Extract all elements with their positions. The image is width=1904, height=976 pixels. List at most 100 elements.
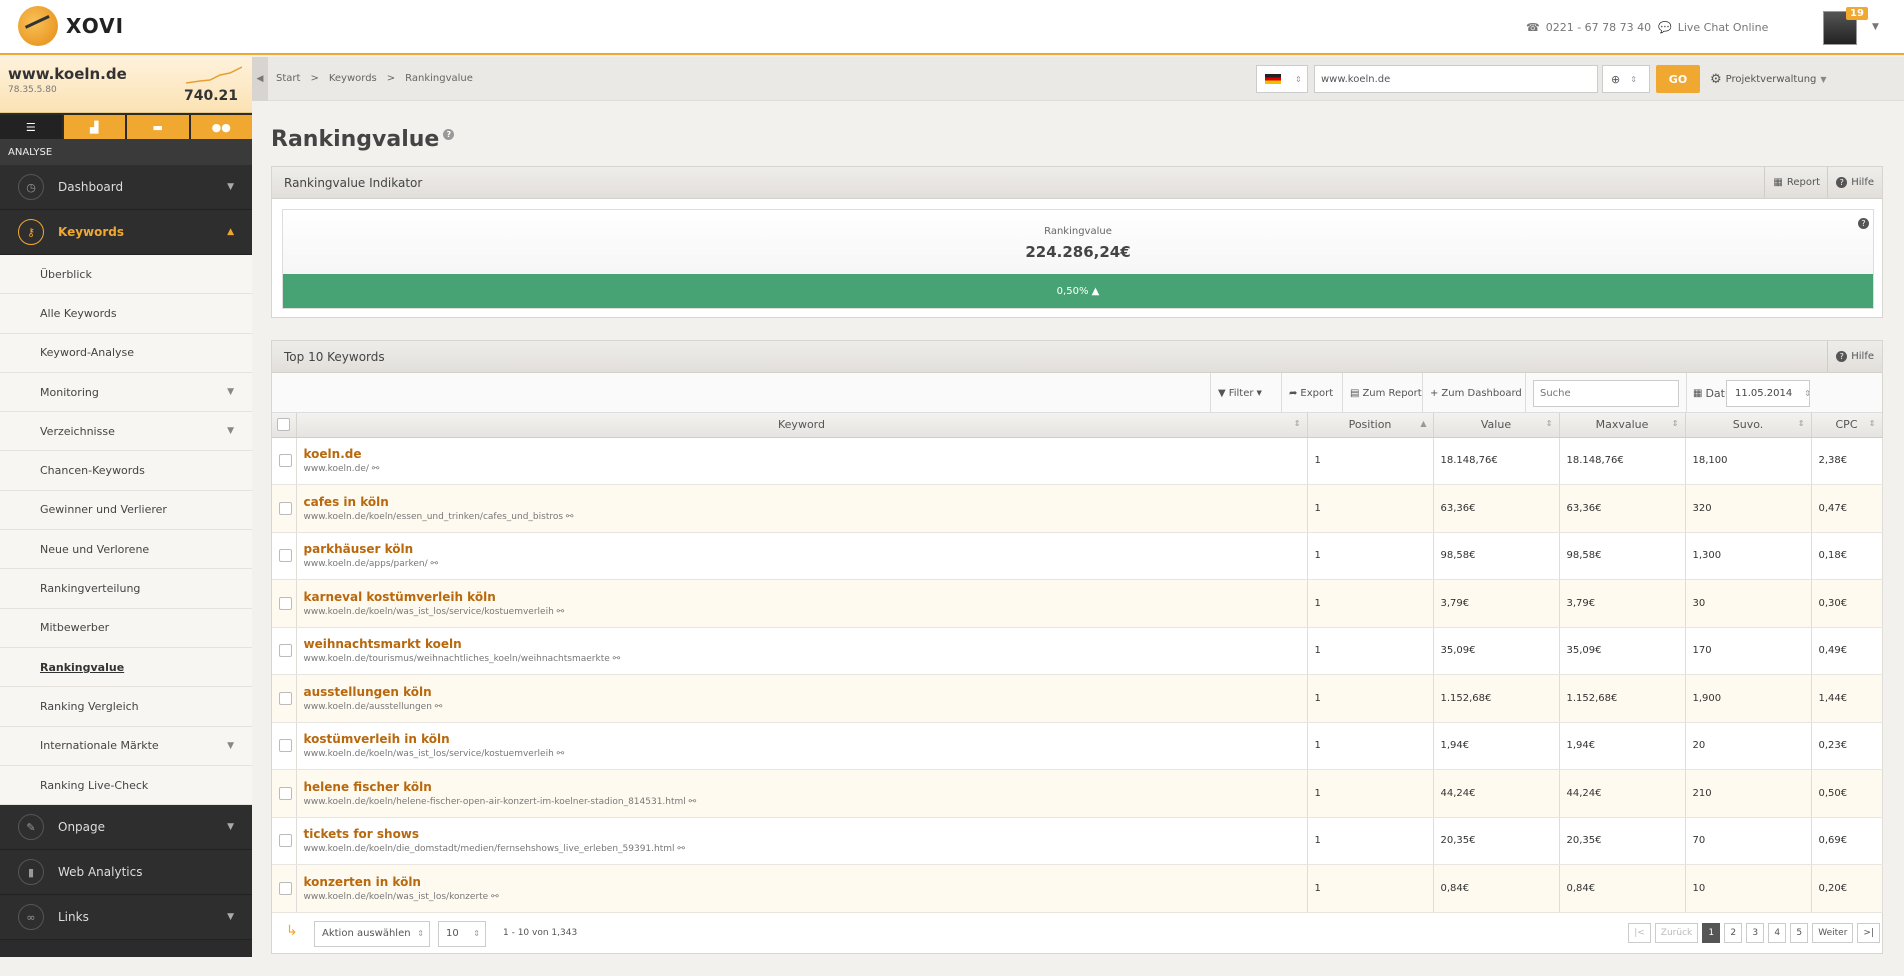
to-dashboard-button[interactable]: + Zum Dashboard <box>1422 373 1529 413</box>
page-5-button[interactable]: 5 <box>1790 922 1809 943</box>
sidebar-item-neue-verlorene[interactable]: Neue und Verlorene <box>0 530 252 570</box>
row-checkbox[interactable] <box>272 579 297 628</box>
keyword-url[interactable]: www.koeln.de/koeln/was_ist_los/service/k… <box>304 749 1300 759</box>
col-keyword[interactable]: Keyword ⇕ <box>296 413 1308 438</box>
tab-projects[interactable]: ▬ <box>127 115 189 139</box>
bulk-action-select[interactable]: Aktion auswählen ⇕ <box>314 920 430 947</box>
sidebar-item-ranking-vergleich[interactable]: Ranking Vergleich <box>0 687 252 727</box>
external-link-icon[interactable]: ⚯ <box>686 797 697 807</box>
to-report-button[interactable]: ▤ Zum Report <box>1342 373 1429 413</box>
external-link-icon[interactable]: ⚯ <box>610 654 621 664</box>
last-page-button[interactable]: >| <box>1857 922 1880 943</box>
search-engine-select[interactable]: ⊕ ⇕ <box>1602 65 1650 93</box>
tab-charts[interactable]: ▟ <box>63 115 125 139</box>
filter-button[interactable]: ▼ Filter ▼ <box>1210 373 1269 413</box>
sidebar-item-internationale-maerkte[interactable]: Internationale Märkte ▼ <box>0 727 252 766</box>
row-checkbox[interactable] <box>272 532 297 580</box>
col-cpc[interactable]: CPC ⇕ <box>1811 413 1883 438</box>
keyword-url[interactable]: www.koeln.de/ausstellungen ⚯ <box>304 702 1300 712</box>
row-checkbox[interactable] <box>272 817 297 865</box>
col-position[interactable]: Position ▲ <box>1307 413 1434 438</box>
first-page-button[interactable]: |< <box>1628 922 1651 943</box>
keyword-link[interactable]: weihnachtsmarkt koeln <box>304 637 1300 651</box>
keyword-link[interactable]: kostümverleih in köln <box>304 732 1300 746</box>
external-link-icon[interactable]: ⚯ <box>369 464 380 474</box>
sidebar-item-links[interactable]: ∞ Links ▼ <box>0 895 252 941</box>
tab-list[interactable]: ☰ <box>0 115 62 139</box>
go-button[interactable]: GO <box>1656 65 1700 93</box>
sidebar-item-web-analytics[interactable]: ▮ Web Analytics <box>0 850 252 896</box>
report-button[interactable]: ▦ Report <box>1764 167 1828 198</box>
per-page-select[interactable]: 10 ⇕ <box>438 920 486 947</box>
site-summary[interactable]: www.koeln.de 78.35.5.80 740.21 <box>0 57 252 113</box>
logo[interactable]: XOVI <box>18 6 124 46</box>
country-select[interactable]: ⇕ <box>1256 65 1308 93</box>
row-checkbox[interactable] <box>272 437 297 485</box>
page-3-button[interactable]: 3 <box>1746 922 1765 943</box>
sidebar-item-ranking-live-check[interactable]: Ranking Live-Check <box>0 766 252 806</box>
breadcrumb-keywords[interactable]: Keywords <box>329 73 377 84</box>
prev-page-button[interactable]: Zurück <box>1654 922 1699 943</box>
select-all-checkbox[interactable] <box>272 413 297 438</box>
keyword-url[interactable]: www.koeln.de/tourismus/weihnachtliches_k… <box>304 654 1300 664</box>
keyword-url[interactable]: www.koeln.de/ ⚯ <box>304 464 1300 474</box>
sidebar-item-dashboard[interactable]: ◷ Dashboard ▼ <box>0 165 252 210</box>
sidebar-item-monitoring[interactable]: Monitoring ▼ <box>0 373 252 413</box>
external-link-icon[interactable]: ⚯ <box>554 607 565 617</box>
sidebar-item-onpage[interactable]: ✎ Onpage ▼ <box>0 805 252 851</box>
help-icon[interactable]: ? <box>1858 218 1869 229</box>
keyword-url[interactable]: www.koeln.de/apps/parken/ ⚯ <box>304 559 1300 569</box>
help-button[interactable]: ? Hilfe <box>1827 341 1882 372</box>
row-checkbox[interactable] <box>272 627 297 675</box>
row-checkbox[interactable] <box>272 769 297 818</box>
help-button[interactable]: ? Hilfe <box>1827 167 1882 198</box>
sidebar-item-keywords[interactable]: ⚷ Keywords ▲ <box>0 210 252 255</box>
page-4-button[interactable]: 4 <box>1768 922 1787 943</box>
row-checkbox[interactable] <box>272 674 297 723</box>
sidebar-item-rankingvalue[interactable]: Rankingvalue <box>0 648 252 688</box>
keyword-link[interactable]: karneval kostümverleih köln <box>304 590 1300 604</box>
help-icon[interactable]: ? <box>443 129 455 140</box>
sidebar-item-ueberblick[interactable]: Überblick <box>0 255 252 295</box>
keyword-url[interactable]: www.koeln.de/koeln/die_domstadt/medien/f… <box>304 844 1300 854</box>
keyword-url[interactable]: www.koeln.de/koeln/was_ist_los/konzerte … <box>304 892 1300 902</box>
col-suvo[interactable]: Suvo. ⇕ <box>1685 413 1812 438</box>
keyword-link[interactable]: cafes in köln <box>304 495 1300 509</box>
external-link-icon[interactable]: ⚯ <box>554 749 565 759</box>
date-select[interactable]: 11.05.2014 ⇕ <box>1726 380 1811 407</box>
tab-users[interactable]: ●● <box>190 115 252 139</box>
keyword-link[interactable]: koeln.de <box>304 447 1300 461</box>
external-link-icon[interactable]: ⚯ <box>488 892 499 902</box>
external-link-icon[interactable]: ⚯ <box>432 702 443 712</box>
breadcrumb-start[interactable]: Start <box>276 73 300 84</box>
page-2-button[interactable]: 2 <box>1724 922 1743 943</box>
sidebar-item-rankingverteilung[interactable]: Rankingverteilung <box>0 569 252 609</box>
keyword-link[interactable]: parkhäuser köln <box>304 542 1300 556</box>
keyword-url[interactable]: www.koeln.de/koeln/was_ist_los/service/k… <box>304 607 1300 617</box>
project-management-menu[interactable]: ⚙ Projektverwaltung ▼ <box>1710 72 1827 87</box>
collapse-sidebar-button[interactable]: ◀ <box>252 57 268 101</box>
keyword-link[interactable]: konzerten in köln <box>304 875 1300 889</box>
keyword-link[interactable]: tickets for shows <box>304 827 1300 841</box>
sidebar-item-alle-keywords[interactable]: Alle Keywords <box>0 294 252 334</box>
row-checkbox[interactable] <box>272 722 297 770</box>
external-link-icon[interactable]: ⚯ <box>563 512 574 522</box>
table-search-input[interactable] <box>1533 380 1679 407</box>
domain-input[interactable] <box>1314 65 1598 93</box>
page-1-button[interactable]: 1 <box>1702 922 1721 943</box>
live-chat-link[interactable]: 💬 Live Chat Online <box>1658 21 1768 34</box>
external-link-icon[interactable]: ⚯ <box>428 559 439 569</box>
sidebar-item-chancen-keywords[interactable]: Chancen-Keywords <box>0 451 252 491</box>
col-value[interactable]: Value ⇕ <box>1433 413 1560 438</box>
sidebar-item-verzeichnisse[interactable]: Verzeichnisse ▼ <box>0 412 252 452</box>
keyword-url[interactable]: www.koeln.de/koeln/essen_und_trinken/caf… <box>304 512 1300 522</box>
row-checkbox[interactable] <box>272 484 297 533</box>
keyword-url[interactable]: www.koeln.de/koeln/helene-fischer-open-a… <box>304 797 1300 807</box>
keyword-link[interactable]: helene fischer köln <box>304 780 1300 794</box>
notification-badge[interactable]: 19 <box>1846 7 1868 20</box>
export-button[interactable]: ➦ Export <box>1281 373 1340 413</box>
chevron-down-icon[interactable]: ▼ <box>1872 22 1879 32</box>
keyword-link[interactable]: ausstellungen köln <box>304 685 1300 699</box>
col-maxvalue[interactable]: Maxvalue ⇕ <box>1559 413 1686 438</box>
next-page-button[interactable]: Weiter <box>1812 922 1854 943</box>
